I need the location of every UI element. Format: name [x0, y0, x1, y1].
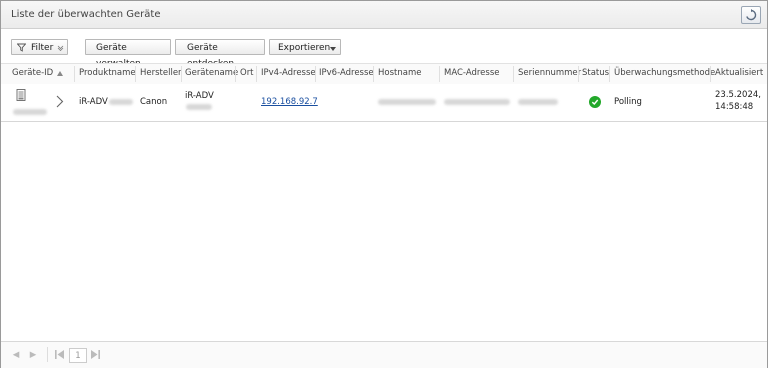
cell-updated-time: 14:58:48: [715, 102, 754, 112]
refresh-button[interactable]: [741, 6, 761, 24]
panel-title-bar: Liste der überwachten Geräte: [1, 1, 767, 29]
export-button[interactable]: Exportieren: [269, 39, 341, 55]
device-list-panel: Liste der überwachten Geräte Filter Gerä…: [0, 0, 768, 368]
col-header-ipv4[interactable]: IPv4-Adresse: [261, 68, 316, 78]
cell-manufacturer: Canon: [140, 97, 168, 107]
filter-label: Filter: [31, 43, 54, 53]
col-header-status[interactable]: Status: [582, 68, 609, 78]
refresh-icon: [746, 9, 757, 21]
col-header-device-name[interactable]: Gerätename: [185, 68, 238, 78]
col-header-updated[interactable]: Aktualisiert: [715, 68, 763, 78]
device-name-suffix-redacted: [186, 104, 212, 110]
col-header-manufacturer[interactable]: Hersteller: [140, 68, 182, 78]
chevron-right-icon[interactable]: [56, 95, 64, 108]
cell-monitoring-method: Polling: [614, 97, 642, 107]
first-page-icon[interactable]: [53, 348, 67, 361]
filter-icon: [17, 43, 26, 52]
cell-updated-date: 23.5.2024,: [715, 90, 761, 100]
col-header-device-id[interactable]: Geräte-ID: [12, 68, 53, 78]
col-header-serial[interactable]: Seriennummer: [518, 68, 581, 78]
col-header-product-name[interactable]: Produktname: [79, 68, 136, 78]
pagination-bar: ◀ ▶ 1: [1, 341, 767, 368]
prev-arrow-icon[interactable]: ◀: [11, 348, 21, 361]
cell-product-name: iR-ADV: [79, 97, 108, 107]
table-header: Geräte-ID Produktname Hersteller Geräten…: [1, 63, 767, 85]
serial-redacted: [518, 99, 558, 105]
discover-devices-button[interactable]: Geräte entdecken: [175, 39, 265, 69]
col-header-monitoring-method[interactable]: Überwachungsmethode: [614, 68, 715, 78]
product-suffix-redacted: [109, 99, 133, 105]
col-header-location[interactable]: Ort: [240, 68, 254, 78]
status-badge: [589, 96, 601, 108]
panel-title: Liste der überwachten Geräte: [11, 9, 161, 20]
col-header-hostname[interactable]: Hostname: [378, 68, 421, 78]
page-number[interactable]: 1: [69, 348, 87, 363]
col-header-ipv6[interactable]: IPv6-Adresse: [319, 68, 374, 78]
col-header-mac[interactable]: MAC-Adresse: [444, 68, 500, 78]
chevron-down-icon: [57, 45, 64, 51]
cell-device-name: iR-ADV: [185, 91, 214, 101]
printer-document-icon: [16, 89, 26, 101]
manage-devices-button[interactable]: Geräte verwalten: [85, 39, 171, 69]
export-label: Exportieren: [278, 43, 331, 53]
next-arrow-icon[interactable]: ▶: [28, 348, 38, 361]
ipv4-link[interactable]: 192.168.92.7: [261, 97, 318, 107]
table-row[interactable]: iR-ADV Canon iR-ADV 192.168.92.7 Polling…: [1, 84, 767, 122]
sort-ascending-icon[interactable]: [57, 71, 63, 76]
last-page-icon[interactable]: [88, 348, 102, 361]
caret-down-icon: [330, 47, 336, 51]
device-id-redacted: [13, 109, 47, 115]
hostname-redacted: [378, 99, 436, 105]
mac-redacted: [444, 99, 510, 105]
filter-button[interactable]: Filter: [11, 39, 68, 55]
check-circle-icon: [591, 99, 599, 106]
